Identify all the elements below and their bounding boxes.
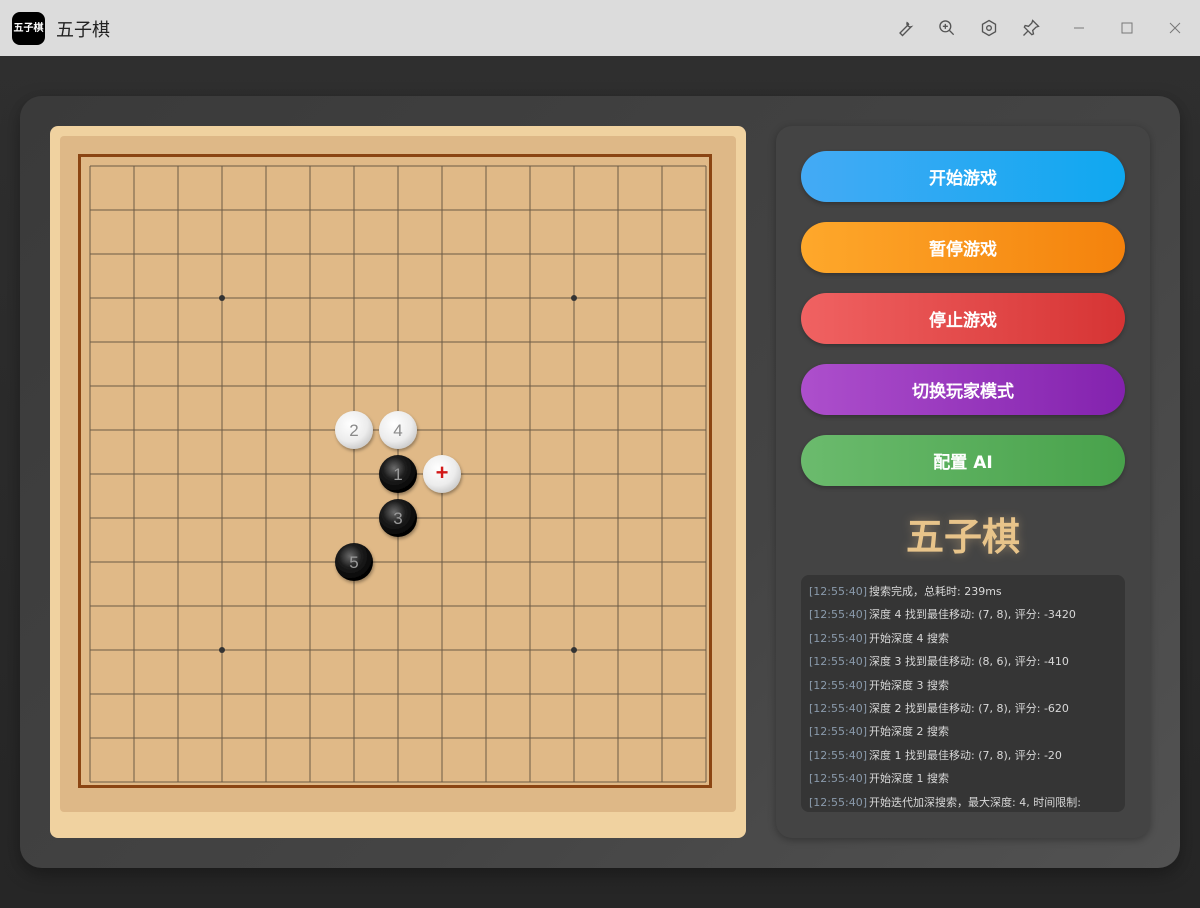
- game-logo: 五子棋: [905, 515, 1020, 559]
- start-game-button[interactable]: 开始游戏: [801, 151, 1125, 202]
- white-stone: +: [423, 455, 461, 493]
- game-panel: 1 2 3 4 5 + 开始游戏 暂停游戏 停止游戏 切换玩家模式 配置 AI 五子棋 […: [20, 96, 1180, 868]
- last-move-marker: +: [436, 460, 449, 485]
- log-message: 开始深度 3 搜索: [869, 678, 949, 692]
- minimize-icon[interactable]: [1067, 16, 1091, 40]
- log-timestamp: [12:55:40]: [809, 608, 867, 622]
- log-timestamp: [12:55:40]: [809, 585, 867, 598]
- black-stone: 3: [379, 499, 417, 537]
- white-stone: 2: [335, 411, 373, 449]
- move-number-label: 4: [393, 421, 402, 440]
- log-message: 开始深度 1 搜索: [869, 772, 949, 786]
- log-timestamp: [12:55:40]: [809, 795, 867, 809]
- log-timestamp: [12:55:40]: [809, 655, 867, 669]
- log-timestamp: [12:55:40]: [809, 678, 867, 692]
- config-ai-button[interactable]: 配置 AI: [801, 435, 1125, 486]
- log-timestamp: [12:55:40]: [809, 725, 867, 739]
- log-entry: [12:55:40] 深度 1 找到最佳移动: (7, 8), 评分: -20: [809, 747, 1062, 763]
- move-number-label: 2: [349, 421, 358, 440]
- app-body: 1 2 3 4 5 + 开始游戏 暂停游戏 停止游戏 切换玩家模式 配置 AI 五子棋 […: [0, 56, 1200, 908]
- black-stone: 5: [335, 543, 373, 581]
- wrench-icon[interactable]: [893, 16, 917, 40]
- move-number-label: 3: [393, 509, 402, 528]
- control-panel: 开始游戏 暂停游戏 停止游戏 切换玩家模式 配置 AI 五子棋 [12:55:4…: [776, 126, 1150, 838]
- star-point: [219, 647, 225, 653]
- pause-game-button[interactable]: 暂停游戏: [801, 222, 1125, 273]
- move-number-label: 5: [349, 553, 358, 572]
- white-stone: 4: [379, 411, 417, 449]
- log-message: 深度 4 找到最佳移动: (7, 8), 评分: -3420: [869, 608, 1076, 622]
- star-point: [571, 295, 577, 301]
- log-timestamp: [12:55:40]: [809, 772, 867, 786]
- zoom-in-icon[interactable]: [935, 16, 959, 40]
- settings-hex-icon[interactable]: [977, 16, 1001, 40]
- log-entry: [12:55:40] 搜索完成，总耗时: 239ms: [809, 583, 1002, 599]
- log-timestamp: [12:55:40]: [809, 631, 867, 645]
- log-message: 开始迭代加深搜索，最大深度: 4, 时间限制:: [869, 795, 1081, 809]
- log-entry: [12:55:40] 开始深度 2 搜索: [809, 723, 949, 739]
- log-entry: [12:55:40] 开始迭代加深搜索，最大深度: 4, 时间限制:: [809, 794, 1081, 810]
- pin-icon[interactable]: [1019, 16, 1043, 40]
- log-message: 深度 3 找到最佳移动: (8, 6), 评分: -410: [869, 655, 1069, 669]
- log-panel[interactable]: [12:55:40] 搜索完成，总耗时: 239ms [12:55:40] 深度 4 …: [801, 575, 1125, 812]
- star-point: [219, 295, 225, 301]
- switch-player-mode-button[interactable]: 切换玩家模式: [801, 364, 1125, 415]
- move-number-label: 1: [393, 465, 402, 484]
- log-message: 深度 1 找到最佳移动: (7, 8), 评分: -20: [869, 748, 1062, 762]
- log-timestamp: [12:55:40]: [809, 748, 867, 762]
- log-entry: [12:55:40] 深度 2 找到最佳移动: (7, 8), 评分: -620: [809, 700, 1069, 716]
- log-entry: [12:55:40] 深度 3 找到最佳移动: (8, 6), 评分: -410: [809, 653, 1069, 669]
- log-message: 开始深度 2 搜索: [869, 725, 949, 739]
- log-entry: [12:55:40] 开始深度 3 搜索: [809, 677, 949, 693]
- black-stone: 1: [379, 455, 417, 493]
- maximize-icon[interactable]: [1115, 16, 1139, 40]
- window-title: 五子棋: [56, 20, 110, 41]
- log-message: 开始深度 4 搜索: [869, 631, 949, 645]
- board-background: 1 2 3 4 5 +: [60, 136, 736, 812]
- log-entry: [12:55:40] 开始深度 4 搜索: [809, 630, 949, 646]
- app-icon: 五子棋: [12, 12, 45, 45]
- log-timestamp: [12:55:40]: [809, 702, 867, 715]
- log-message: 搜索完成，总耗时: 239ms: [869, 585, 1002, 598]
- stop-game-button[interactable]: 停止游戏: [801, 293, 1125, 344]
- log-message: 深度 2 找到最佳移动: (7, 8), 评分: -620: [869, 702, 1069, 715]
- star-point: [571, 647, 577, 653]
- close-icon[interactable]: [1163, 16, 1187, 40]
- log-entry: [12:55:40] 深度 4 找到最佳移动: (7, 8), 评分: -3420: [809, 606, 1076, 622]
- title-bar: 五子棋 五子棋: [0, 0, 1200, 57]
- board-container: 1 2 3 4 5 +: [50, 126, 746, 838]
- log-entry: [12:55:40] 开始深度 1 搜索: [809, 770, 949, 786]
- game-board[interactable]: 1 2 3 4 5 +: [60, 136, 736, 812]
